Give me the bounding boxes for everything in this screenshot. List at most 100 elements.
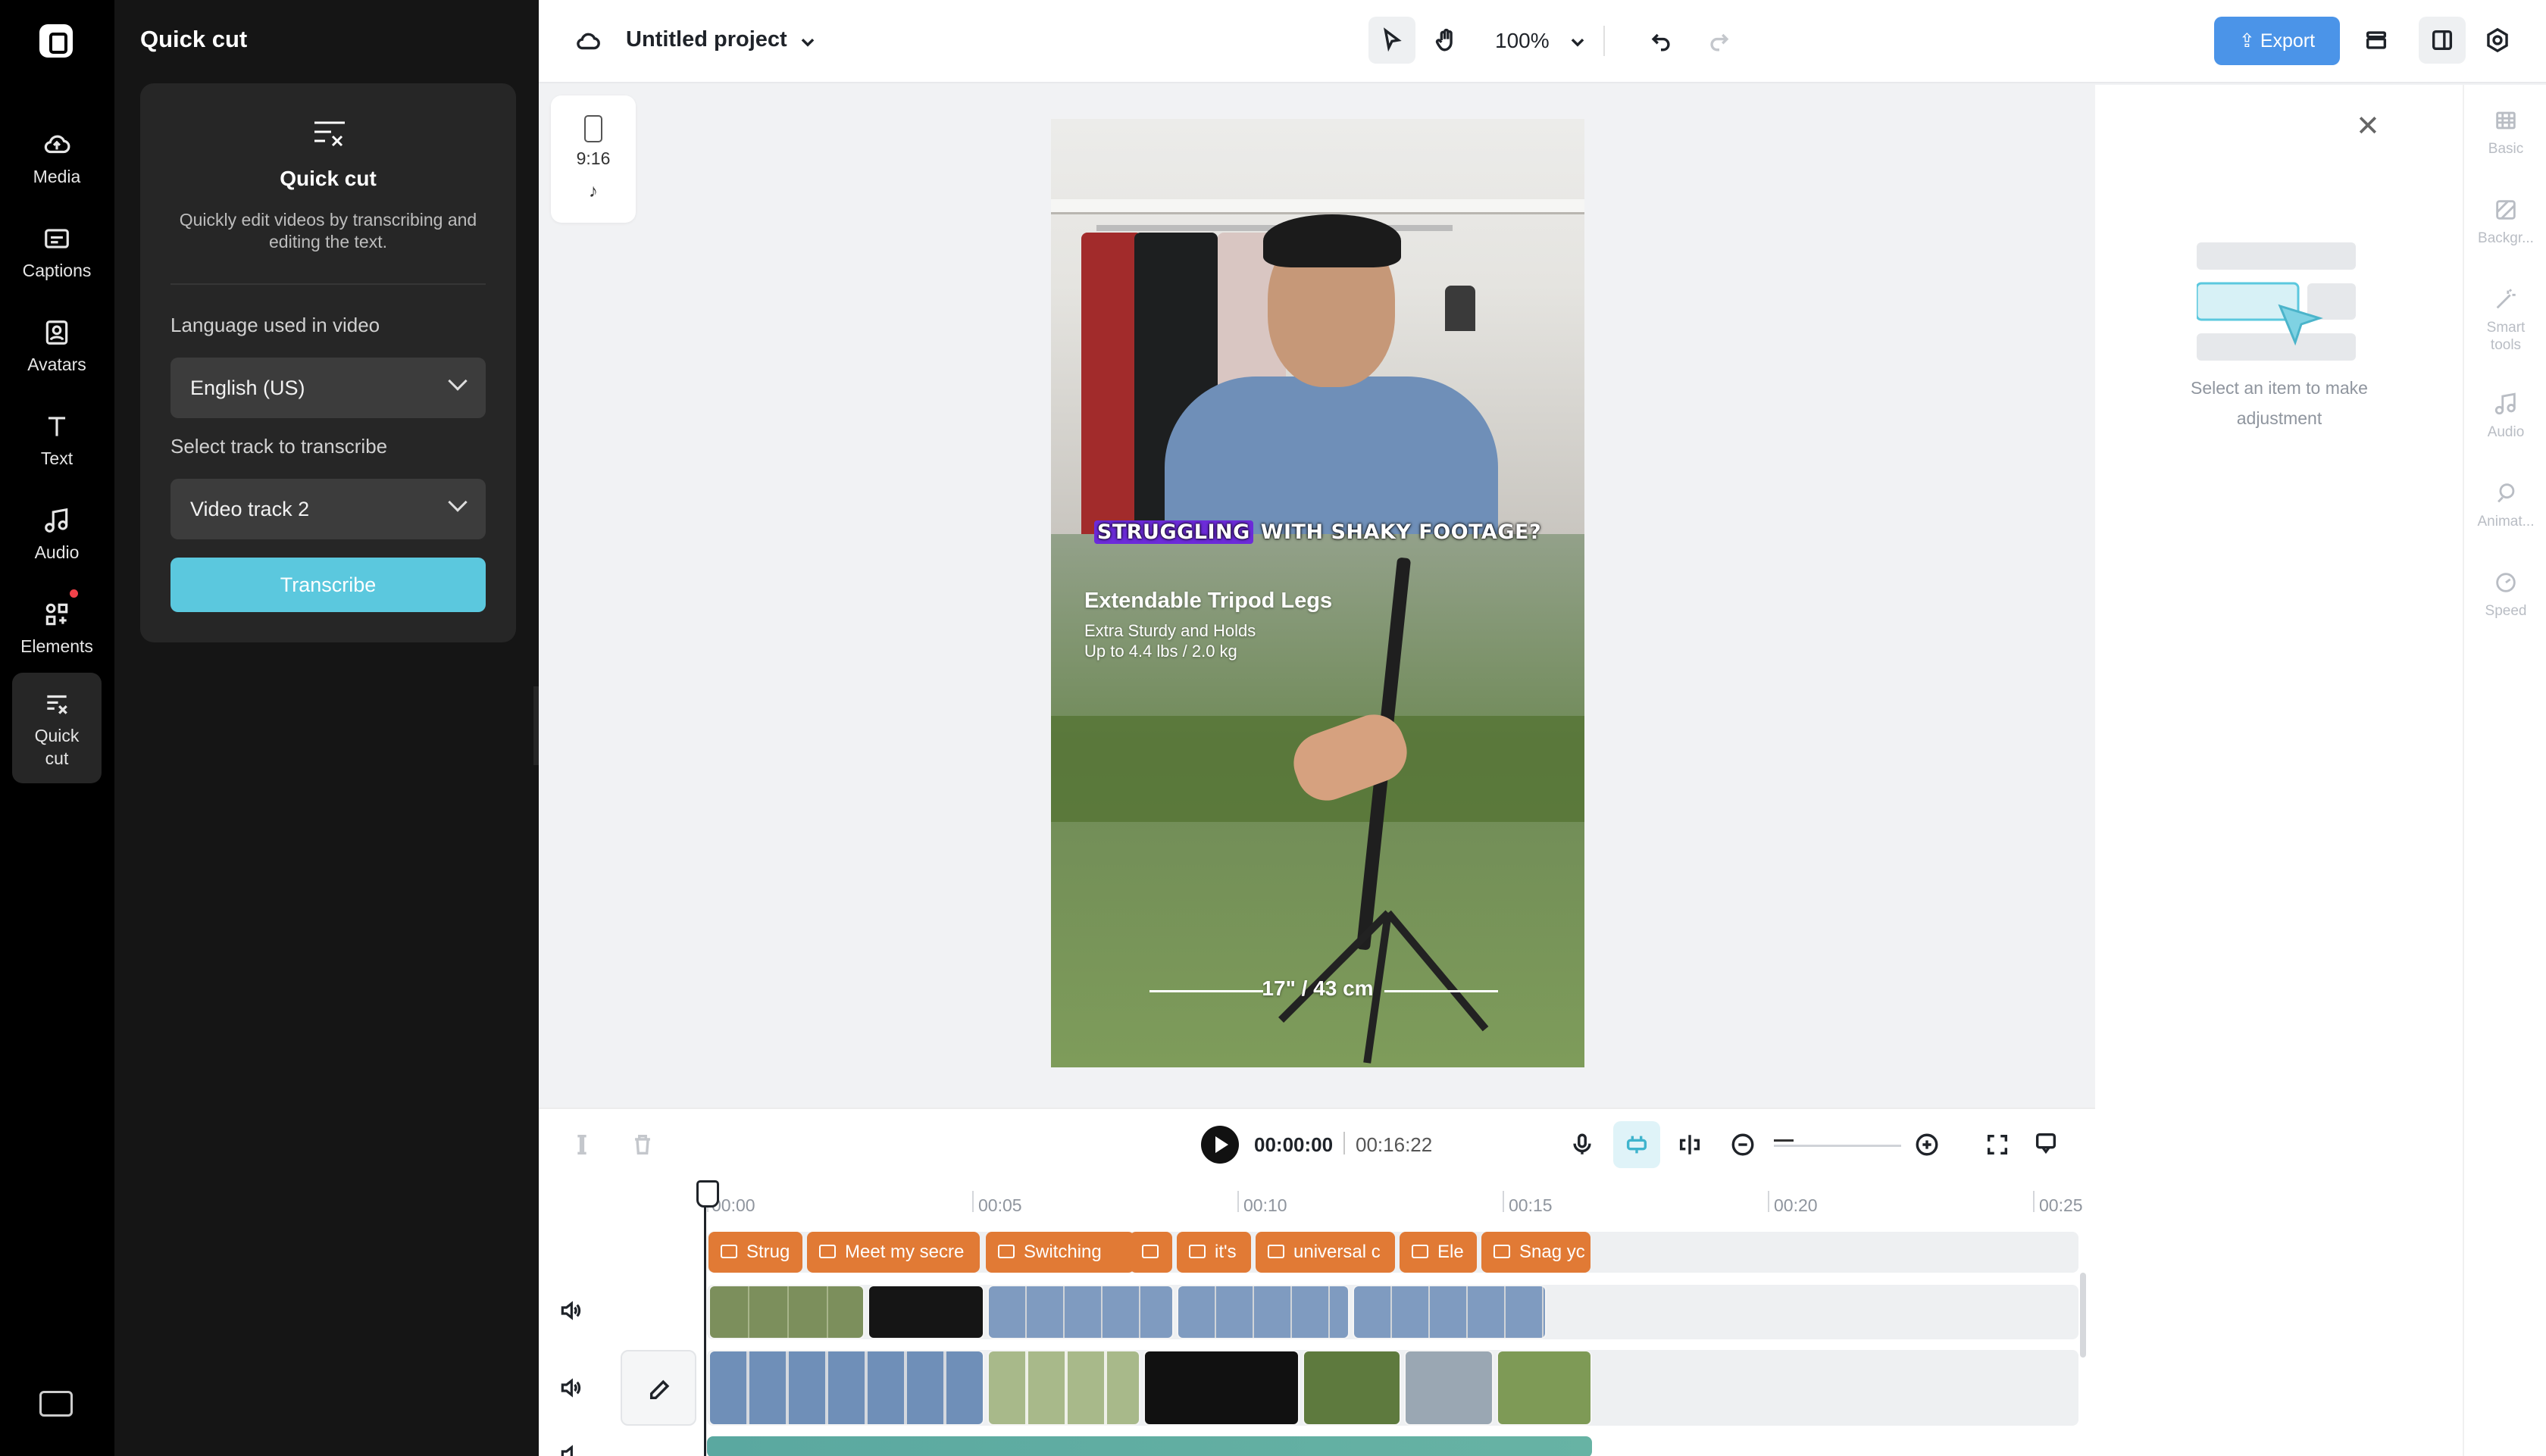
split-icon[interactable] xyxy=(569,1132,595,1161)
quick-cut-icon xyxy=(12,689,102,720)
quick-cut-panel: Quick cut Quick cut Quickly edit videos … xyxy=(114,0,549,1456)
tab-smart-tools[interactable]: Smart tools xyxy=(2464,286,2546,354)
fullscreen-icon[interactable] xyxy=(1985,1132,2010,1161)
zoom-slider-handle[interactable] xyxy=(1774,1139,1794,1153)
split-scene-icon[interactable] xyxy=(1677,1132,1703,1161)
tab-background[interactable]: Backgr... xyxy=(2464,197,2546,247)
promo-title: Extendable Tripod Legs xyxy=(1084,589,1333,613)
caption-clip[interactable]: Snag yc xyxy=(1481,1232,1590,1273)
speaker-icon[interactable] xyxy=(558,1442,583,1456)
rail-item-media[interactable]: Media xyxy=(12,114,102,197)
chevron-down-icon[interactable] xyxy=(1554,18,1601,65)
caption-icon xyxy=(1189,1244,1206,1258)
trash-icon[interactable] xyxy=(630,1132,655,1161)
video-clip[interactable] xyxy=(708,1285,865,1339)
rail-item-elements[interactable]: Elements xyxy=(12,583,102,667)
text-icon xyxy=(12,412,102,442)
video-clip[interactable] xyxy=(868,1285,984,1339)
app-logo[interactable] xyxy=(39,24,73,58)
tab-speed[interactable]: Speed xyxy=(2464,570,2546,620)
settings-icon[interactable] xyxy=(2474,17,2521,64)
tab-audio[interactable]: Audio xyxy=(2464,391,2546,441)
property-tabs: Basic Backgr... Smart tools Audio Animat… xyxy=(2463,85,2546,1456)
edit-track-button[interactable] xyxy=(621,1350,696,1426)
aspect-ratio-label: 9:16 xyxy=(576,148,611,168)
tab-animation[interactable]: Animat... xyxy=(2464,480,2546,530)
tiktok-icon: ♪ xyxy=(589,181,598,202)
hand-tool-icon[interactable] xyxy=(1422,17,1469,64)
caption-clip[interactable] xyxy=(1130,1232,1172,1273)
tab-label: Animat... xyxy=(2477,514,2535,530)
video-clip[interactable] xyxy=(708,1350,984,1426)
aspect-ratio-card[interactable]: 9:16 ♪ xyxy=(551,95,636,223)
caption-clip[interactable]: Meet my secre xyxy=(807,1232,980,1273)
track-value: Video track 2 xyxy=(190,498,310,520)
video-clip[interactable] xyxy=(1177,1285,1350,1339)
video-clip[interactable] xyxy=(1143,1350,1300,1426)
caption-icon xyxy=(1268,1244,1284,1258)
language-select[interactable]: English (US) xyxy=(170,358,486,418)
video-clip[interactable] xyxy=(1497,1350,1592,1426)
caption-clip[interactable]: Switching xyxy=(986,1232,1134,1273)
video-clip[interactable] xyxy=(1404,1350,1494,1426)
export-button[interactable]: ⇪ Export xyxy=(2214,17,2340,65)
chevron-down-icon xyxy=(448,371,468,391)
caption-icon xyxy=(1142,1244,1159,1258)
layers-icon[interactable] xyxy=(2353,17,2400,64)
panel-layout-icon[interactable] xyxy=(2419,17,2466,64)
timeline-scrollbar[interactable] xyxy=(2080,1273,2086,1358)
video-clip[interactable] xyxy=(987,1350,1140,1426)
tab-basic[interactable]: Basic xyxy=(2464,108,2546,158)
video-clip[interactable] xyxy=(987,1285,1174,1339)
transcribe-button[interactable]: Transcribe xyxy=(170,558,486,612)
video-preview[interactable]: STRUGGLING WITH SHAKY FOOTAGE? Extendabl… xyxy=(1051,119,1584,1067)
audio-track[interactable] xyxy=(707,1436,1592,1456)
speaker-icon[interactable] xyxy=(558,1376,583,1404)
background-icon xyxy=(2493,200,2519,226)
playhead[interactable] xyxy=(696,1180,719,1456)
track-label: Select track to transcribe xyxy=(170,435,388,458)
left-rail: Media Captions Avatars Text Audio Elemen… xyxy=(0,0,114,1456)
close-icon[interactable]: ✕ xyxy=(2356,112,2380,141)
chevron-down-icon[interactable] xyxy=(784,18,831,65)
tab-label: Speed xyxy=(2485,603,2527,619)
closet-scene xyxy=(1051,119,1584,543)
rail-item-audio[interactable]: Audio xyxy=(12,489,102,573)
caption-text: WITH SHAKY FOOTAGE? xyxy=(1253,520,1542,544)
redo-icon[interactable] xyxy=(1696,17,1743,64)
rail-item-quick-cut[interactable]: Quick cut xyxy=(12,673,102,783)
zoom-in-icon[interactable] xyxy=(1914,1132,1940,1161)
rail-item-avatars[interactable]: Avatars xyxy=(12,302,102,385)
video-clip[interactable] xyxy=(1303,1350,1401,1426)
microphone-icon[interactable] xyxy=(1569,1132,1595,1161)
caption-icon xyxy=(819,1244,836,1258)
caption-clip[interactable]: Strug xyxy=(708,1232,802,1273)
keyboard-shortcuts-icon[interactable] xyxy=(39,1391,73,1417)
select-tool-icon[interactable] xyxy=(1368,17,1415,64)
comment-icon[interactable] xyxy=(2033,1130,2059,1160)
rail-item-text[interactable]: Text xyxy=(12,395,102,479)
caption-clip[interactable]: it's xyxy=(1177,1232,1251,1273)
avatar-icon xyxy=(12,318,102,348)
speaker-icon[interactable] xyxy=(558,1298,583,1326)
zoom-level[interactable]: 100% xyxy=(1495,29,1550,53)
rail-item-label: Text xyxy=(40,448,74,468)
rail-item-captions[interactable]: Captions xyxy=(12,208,102,291)
cloud-sync-icon[interactable] xyxy=(565,18,611,65)
project-name[interactable]: Untitled project xyxy=(626,27,787,52)
auto-snap-toggle[interactable] xyxy=(1613,1121,1660,1168)
caption-clip[interactable]: Ele xyxy=(1400,1232,1477,1273)
video-clip[interactable] xyxy=(1353,1285,1547,1339)
ruler-label: 00:15 xyxy=(1509,1195,1553,1215)
caption-clip-label: Meet my secre xyxy=(845,1242,965,1262)
caption-clip[interactable]: universal c xyxy=(1256,1232,1395,1273)
track-select[interactable]: Video track 2 xyxy=(170,479,486,539)
caption-icon xyxy=(1494,1244,1510,1258)
undo-icon[interactable] xyxy=(1637,17,1684,64)
divider xyxy=(170,283,486,285)
rail-item-label: Elements xyxy=(20,636,93,656)
measure-label: 17" / 43 cm xyxy=(1262,976,1374,1000)
animation-icon xyxy=(2493,483,2519,509)
zoom-out-icon[interactable] xyxy=(1730,1132,1756,1161)
play-button[interactable] xyxy=(1201,1126,1239,1164)
